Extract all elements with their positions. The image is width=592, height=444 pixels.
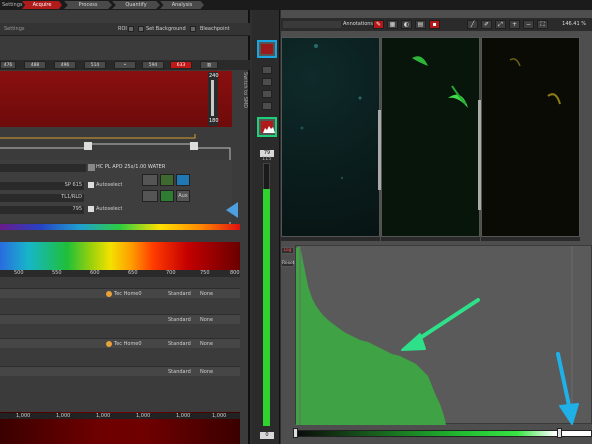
annotation-overlay <box>401 298 579 425</box>
application-window: Settings Acquire Process Quantify Analys… <box>0 0 592 444</box>
green-arrow-icon <box>401 298 480 351</box>
blue-arrow-icon <box>556 352 579 425</box>
